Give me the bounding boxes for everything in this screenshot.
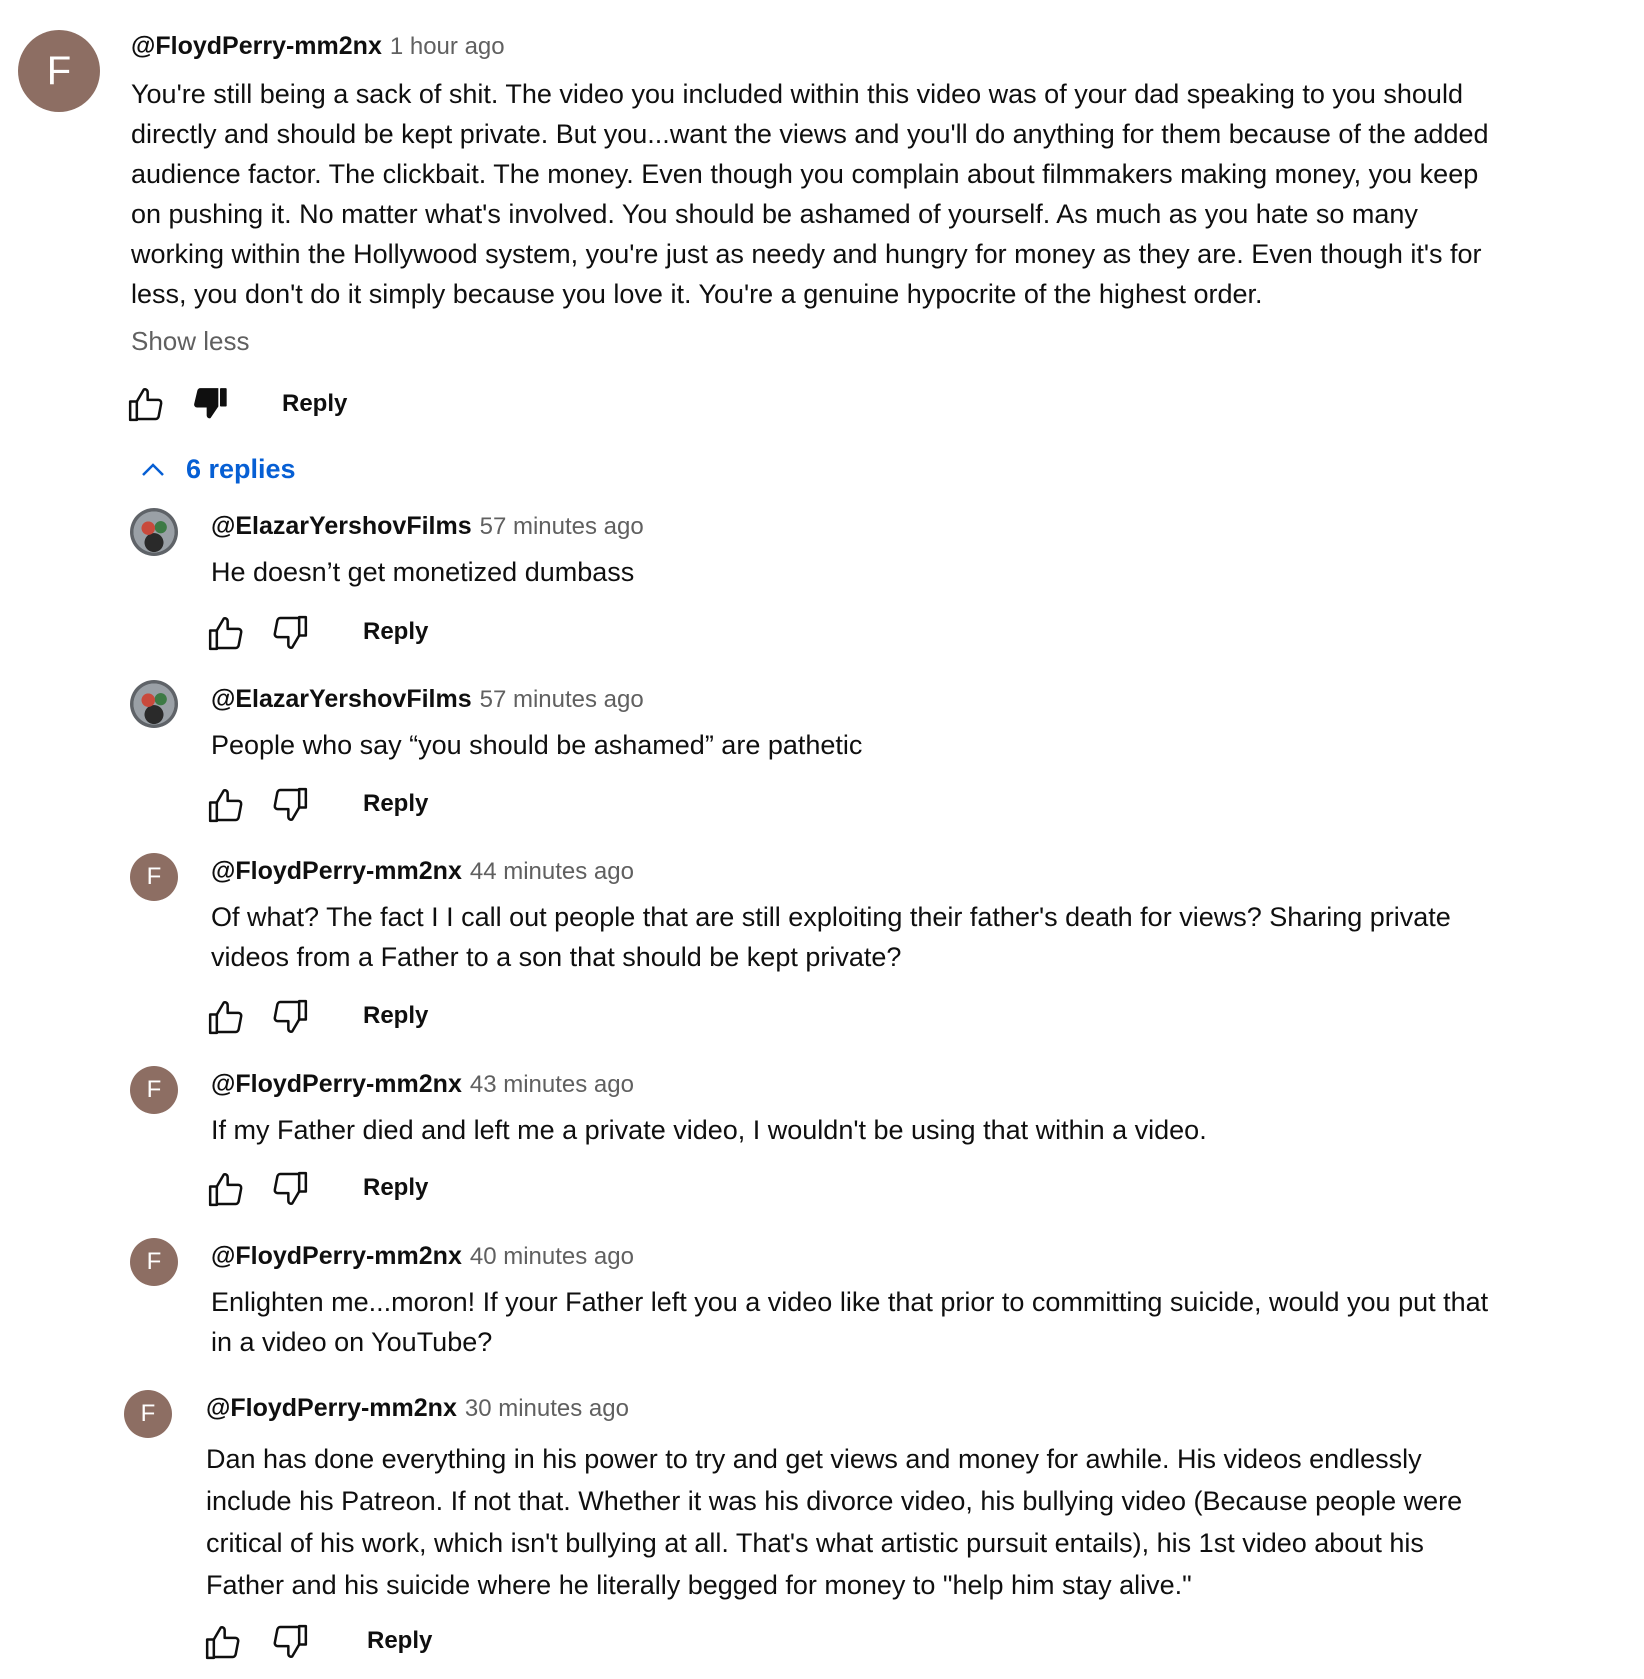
comment-time[interactable]: 57 minutes ago (480, 686, 644, 713)
thumbs-down-icon[interactable] (270, 1169, 310, 1209)
author-name[interactable]: @FloydPerry-mm2nx (131, 32, 382, 60)
comment-line: include his Patreon. If not that. Whethe… (206, 1486, 1463, 1516)
author-name[interactable]: @FloydPerry-mm2nx (211, 1242, 462, 1270)
comment-text: People who say “you should be ashamed” a… (211, 725, 862, 765)
comment-line: videos from a Father to a son that shoul… (211, 942, 902, 972)
comment-header: @FloydPerry-mm2nx 30 minutes ago (206, 1394, 629, 1423)
thumbs-down-icon[interactable] (270, 997, 310, 1037)
reply-button[interactable]: Reply (282, 390, 347, 418)
comment-line: audience factor. The clickbait. The mone… (131, 159, 1479, 189)
comment-line: Enlighten me...moron! If your Father lef… (211, 1287, 1489, 1317)
comment-text: Dan has done everything in his power to … (206, 1438, 1462, 1606)
comment-time[interactable]: 44 minutes ago (470, 858, 634, 885)
reply-button[interactable]: Reply (363, 1174, 428, 1202)
author-name[interactable]: @FloydPerry-mm2nx (211, 1070, 462, 1098)
comment-header: @FloydPerry-mm2nx 43 minutes ago (211, 1070, 634, 1099)
avatar-letter: F (146, 863, 162, 890)
comment-line: working within the Hollywood system, you… (131, 239, 1482, 269)
avatar-letter: F (146, 1076, 162, 1103)
comment-header: @FloydPerry-mm2nx 44 minutes ago (211, 857, 634, 886)
comment-time[interactable]: 40 minutes ago (470, 1243, 634, 1270)
reply-button[interactable]: Reply (363, 618, 428, 646)
thumbs-down-icon[interactable] (270, 1622, 310, 1662)
comment-line: Father and his suicide where he literall… (206, 1570, 1192, 1600)
replies-toggle[interactable]: 6 replies (138, 454, 296, 485)
author-name[interactable]: @ElazarYershovFilms (211, 685, 472, 713)
avatar-letter: F (140, 1400, 156, 1427)
comment-header: @FloydPerry-mm2nx 1 hour ago (131, 32, 505, 61)
thumbs-up-icon[interactable] (206, 1169, 246, 1209)
thumbs-down-icon[interactable] (270, 785, 310, 825)
avatar[interactable] (130, 508, 178, 556)
replies-count: 6 replies (186, 454, 296, 484)
comment-header: @ElazarYershovFilms 57 minutes ago (211, 685, 644, 714)
thumbs-up-icon[interactable] (203, 1622, 243, 1662)
comment-line: on pushing it. No matter what's involved… (131, 199, 1418, 229)
comment-line: If my Father died and left me a private … (211, 1115, 1207, 1145)
comment-line: Dan has done everything in his power to … (206, 1444, 1422, 1474)
comment-text: You're still being a sack of shit. The v… (131, 74, 1489, 314)
comment-text: If my Father died and left me a private … (211, 1110, 1207, 1150)
chevron-up-icon (142, 462, 164, 476)
thumbs-down-icon[interactable] (190, 384, 230, 424)
comment-line: directly and should be kept private. But… (131, 119, 1489, 149)
thumbs-up-icon[interactable] (206, 997, 246, 1037)
comment-header: @ElazarYershovFilms 57 minutes ago (211, 512, 644, 541)
comment-time[interactable]: 1 hour ago (390, 33, 505, 60)
thumbs-up-icon[interactable] (206, 613, 246, 653)
comment-line: You're still being a sack of shit. The v… (131, 79, 1463, 109)
thumbs-up-icon[interactable] (206, 785, 246, 825)
avatar[interactable]: F (130, 853, 178, 901)
avatar[interactable]: F (18, 30, 100, 112)
avatar[interactable]: F (124, 1390, 172, 1438)
comment-line: He doesn’t get monetized dumbass (211, 557, 635, 587)
reply-button[interactable]: Reply (367, 1627, 432, 1655)
comment-line: less, you don't do it simply because you… (131, 279, 1263, 309)
author-name[interactable]: @FloydPerry-mm2nx (206, 1394, 457, 1422)
comment-line: People who say “you should be ashamed” a… (211, 730, 863, 760)
author-name[interactable]: @FloydPerry-mm2nx (211, 857, 462, 885)
show-less-button[interactable]: Show less (131, 326, 250, 357)
comment-time[interactable]: 57 minutes ago (480, 513, 644, 540)
comment-text: Of what? The fact I I call out people th… (211, 897, 1451, 977)
avatar[interactable] (130, 680, 178, 728)
avatar-letter: F (46, 48, 72, 93)
comment-text: Enlighten me...moron! If your Father lef… (211, 1282, 1488, 1362)
comment-text: He doesn’t get monetized dumbass (211, 552, 634, 592)
comment-line: critical of his work, which isn't bullyi… (206, 1528, 1424, 1558)
reply-button[interactable]: Reply (363, 1002, 428, 1030)
comment-time[interactable]: 43 minutes ago (470, 1071, 634, 1098)
comment-time[interactable]: 30 minutes ago (465, 1395, 629, 1422)
reply-button[interactable]: Reply (363, 790, 428, 818)
author-name[interactable]: @ElazarYershovFilms (211, 512, 472, 540)
avatar-letter: F (146, 1248, 162, 1275)
avatar[interactable]: F (130, 1238, 178, 1286)
thumbs-down-icon[interactable] (270, 613, 310, 653)
thumbs-up-icon[interactable] (126, 384, 166, 424)
avatar[interactable]: F (130, 1066, 178, 1114)
comment-header: @FloydPerry-mm2nx 40 minutes ago (211, 1242, 634, 1271)
comment-line: in a video on YouTube? (211, 1327, 493, 1357)
comment-line: Of what? The fact I I call out people th… (211, 902, 1451, 932)
